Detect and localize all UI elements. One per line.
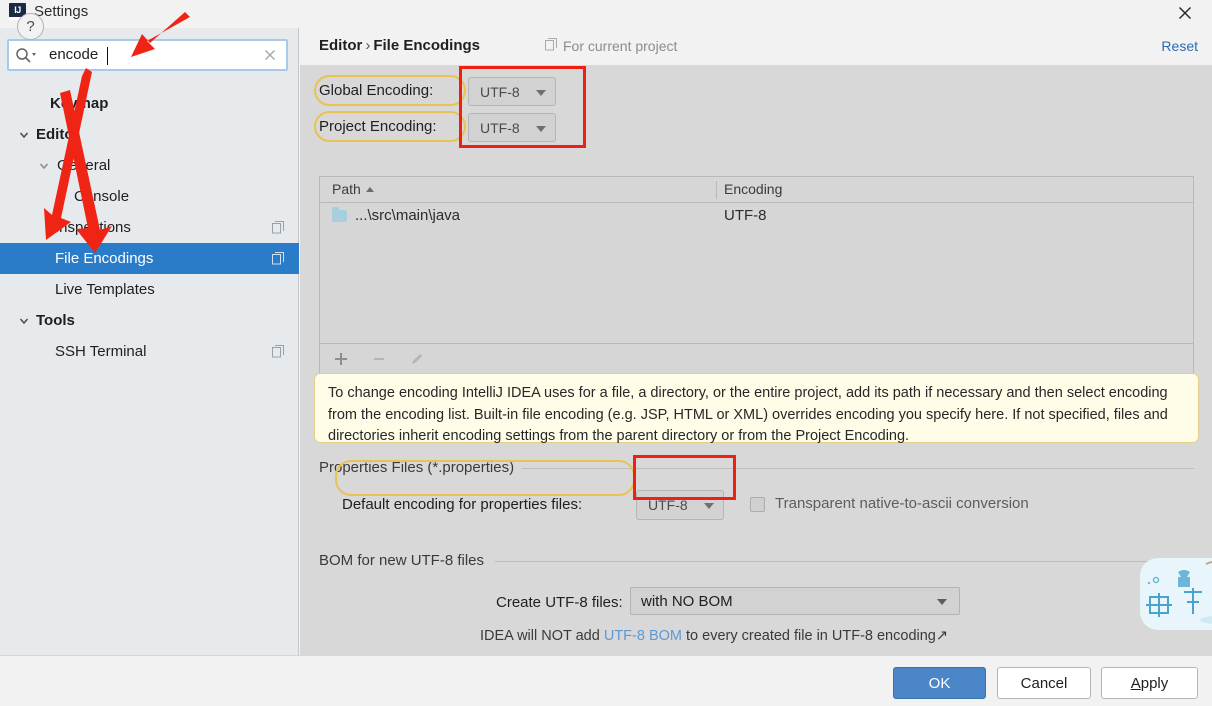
breadcrumb-parent[interactable]: Editor xyxy=(319,37,362,54)
sidebar-item-file-encodings[interactable]: File Encodings xyxy=(0,243,299,274)
settings-detail-panel: Editor › File Encodings For current projec… xyxy=(300,28,1212,655)
transparent-native-to-ascii-checkbox[interactable] xyxy=(750,497,765,512)
search-icon[interactable] xyxy=(15,45,43,65)
table-row[interactable]: ...\src\main\java UTF-8 xyxy=(320,203,1193,233)
global-encoding-label: Global Encoding: xyxy=(319,82,434,99)
settings-tree: Keymap Editor General Console Inspection… xyxy=(0,88,299,367)
cell-encoding: UTF-8 xyxy=(724,207,767,224)
external-link-icon[interactable]: ↗ xyxy=(936,628,948,644)
bom-hint-text: IDEA will NOT add UTF-8 BOM to every cre… xyxy=(480,628,948,644)
sidebar-item-editor[interactable]: Editor xyxy=(0,119,299,150)
bom-section-rule xyxy=(495,561,1194,562)
properties-section-title: Properties Files (*.properties) xyxy=(319,459,523,476)
utf8-bom-link[interactable]: UTF-8 BOM xyxy=(604,628,682,644)
edit-button[interactable] xyxy=(406,348,428,370)
title-bar: IJ Settings xyxy=(0,0,1212,28)
column-header-label: Encoding xyxy=(724,181,783,197)
apply-mnemonic: A xyxy=(1130,674,1141,692)
create-utf8-files-label: Create UTF-8 files: xyxy=(496,594,623,611)
clear-icon[interactable] xyxy=(262,47,278,63)
create-utf8-files-value: with NO BOM xyxy=(641,592,733,610)
apply-button[interactable]: Apply xyxy=(1101,667,1198,699)
cell-path: ...\src\main\java xyxy=(332,206,461,224)
create-utf8-files-dropdown[interactable]: with NO BOM xyxy=(630,587,960,615)
scope-label: For current project xyxy=(563,38,678,54)
chevron-down-icon xyxy=(536,125,546,132)
default-properties-encoding-dropdown[interactable]: UTF-8 xyxy=(636,490,724,520)
bom-hint-suffix: to every created file in UTF-8 encoding xyxy=(681,628,936,644)
global-encoding-value: UTF-8 xyxy=(480,83,520,100)
chevron-down-icon[interactable] xyxy=(17,314,31,328)
column-header-path[interactable]: Path xyxy=(332,181,374,197)
sidebar-item-label: Inspections xyxy=(55,219,131,236)
sidebar-item-ssh-terminal[interactable]: SSH Terminal xyxy=(0,336,299,367)
project-scope-icon xyxy=(545,38,558,54)
project-encoding-label: Project Encoding: xyxy=(319,118,437,135)
sidebar-item-label: Console xyxy=(74,188,130,205)
apply-label-rest: pply xyxy=(1140,674,1169,692)
sidebar-item-label: Keymap xyxy=(50,95,109,112)
column-divider[interactable] xyxy=(716,181,717,199)
global-encoding-dropdown[interactable]: UTF-8 xyxy=(468,77,556,106)
chevron-down-icon xyxy=(704,503,714,509)
sidebar-item-live-templates[interactable]: Live Templates xyxy=(0,274,299,305)
sort-ascending-icon xyxy=(365,186,374,192)
close-icon[interactable] xyxy=(1166,0,1204,26)
sidebar-item-console[interactable]: Console xyxy=(0,181,299,212)
properties-section-rule xyxy=(522,468,1194,469)
project-encoding-dropdown[interactable]: UTF-8 xyxy=(468,113,556,142)
chevron-down-icon xyxy=(536,89,546,96)
detail-header: Editor › File Encodings For current projec… xyxy=(300,28,1212,65)
sidebar-item-label: Editor xyxy=(36,126,80,143)
sidebar-item-label: File Encodings xyxy=(55,250,154,267)
sidebar-item-label: Tools xyxy=(36,312,75,329)
project-scope-icon xyxy=(272,251,285,265)
sidebar-item-label: SSH Terminal xyxy=(55,343,147,360)
transparent-native-to-ascii-label[interactable]: Transparent native-to-ascii conversion xyxy=(775,495,1029,512)
sidebar-item-inspections[interactable]: Inspections xyxy=(0,212,299,243)
table-header-row: Path Encoding xyxy=(320,177,1193,203)
sidebar-item-keymap[interactable]: Keymap xyxy=(0,88,299,119)
encoding-table[interactable]: Path Encoding ...\src\main\java UTF-8 xyxy=(319,176,1194,344)
breadcrumb: Editor › File Encodings xyxy=(319,37,480,54)
text-caret xyxy=(107,47,108,65)
breadcrumb-current: File Encodings xyxy=(373,37,481,54)
cancel-button[interactable]: Cancel xyxy=(997,667,1091,699)
project-scope-icon xyxy=(272,220,285,234)
bom-hint-prefix: IDEA will NOT add xyxy=(480,628,604,644)
sidebar-item-tools[interactable]: Tools xyxy=(0,305,299,336)
sidebar-item-label: General xyxy=(57,157,111,174)
chevron-down-icon[interactable] xyxy=(37,159,51,173)
add-button[interactable] xyxy=(330,348,352,370)
sidebar-item-general[interactable]: General xyxy=(0,150,299,181)
reset-link[interactable]: Reset xyxy=(1161,38,1198,54)
detail-content: Global Encoding: UTF-8 Project Encoding:… xyxy=(300,65,1212,655)
help-button[interactable]: ? xyxy=(17,13,44,40)
breadcrumb-separator: › xyxy=(365,37,371,54)
decorative-watermark-icon xyxy=(1140,558,1212,630)
chevron-down-icon xyxy=(937,599,947,605)
project-encoding-value: UTF-8 xyxy=(480,119,520,136)
column-header-encoding[interactable]: Encoding xyxy=(724,181,782,197)
default-properties-encoding-value: UTF-8 xyxy=(648,497,688,513)
search-input[interactable]: encode xyxy=(49,45,98,65)
window-title: Settings xyxy=(34,3,89,20)
encoding-help-text: To change encoding IntelliJ IDEA uses fo… xyxy=(314,373,1199,444)
project-scope-icon xyxy=(272,344,285,358)
bom-section-title: BOM for new UTF-8 files xyxy=(319,552,493,569)
remove-button[interactable] xyxy=(368,348,390,370)
folder-icon xyxy=(332,206,347,222)
search-box[interactable]: encode xyxy=(7,39,288,71)
scope-indicator: For current project xyxy=(545,38,677,54)
chevron-down-icon[interactable] xyxy=(17,128,31,142)
sidebar-item-label: Live Templates xyxy=(55,281,155,298)
settings-sidebar: encode Keymap Editor General Console Ins… xyxy=(0,28,299,655)
cell-path-text: ...\src\main\java xyxy=(355,207,461,224)
encoding-table-toolbar xyxy=(319,344,1194,375)
column-header-label: Path xyxy=(332,181,361,197)
ok-button[interactable]: OK xyxy=(893,667,986,699)
default-properties-encoding-label: Default encoding for properties files: xyxy=(342,496,583,513)
